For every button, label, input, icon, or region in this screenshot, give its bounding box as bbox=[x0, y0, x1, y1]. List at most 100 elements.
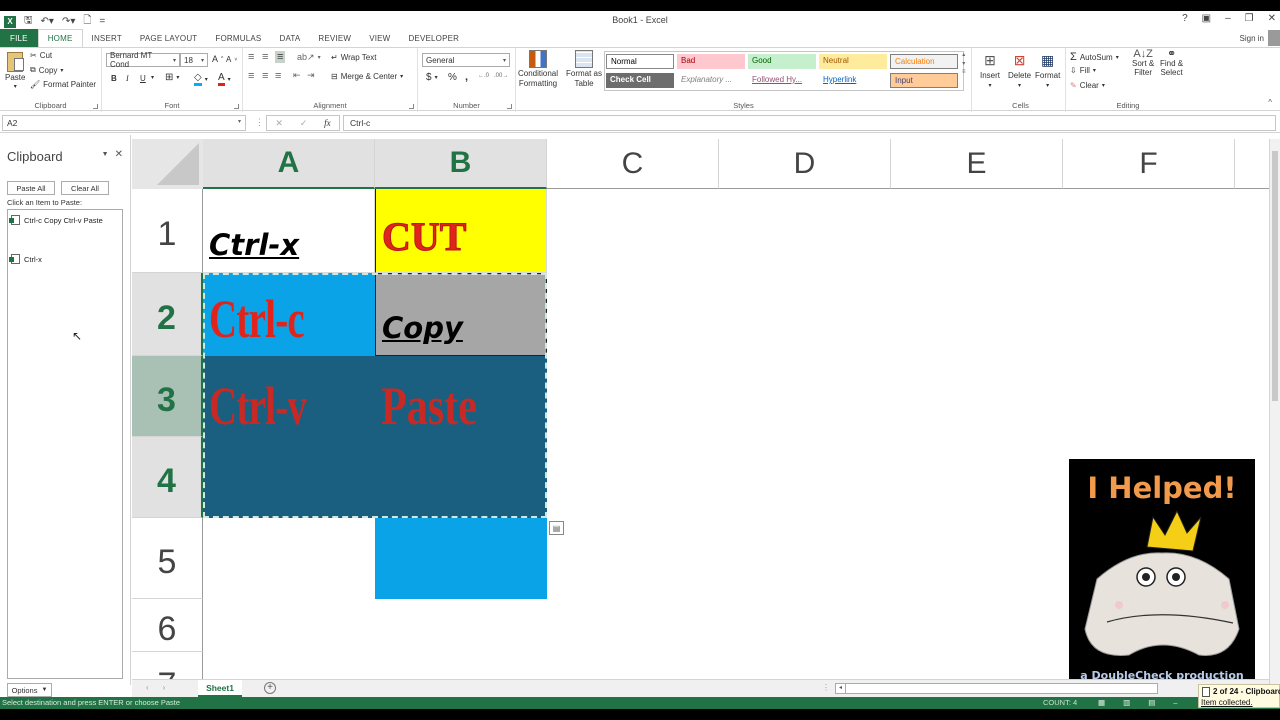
gallery-scroll[interactable]: ▴ ▾ ≡ bbox=[962, 51, 966, 75]
column-header-e[interactable]: E bbox=[891, 139, 1063, 189]
avatar[interactable] bbox=[1268, 30, 1280, 46]
cell-b5[interactable] bbox=[375, 518, 547, 599]
tab-formulas[interactable]: FORMULAS bbox=[206, 29, 270, 47]
paste-options-icon[interactable]: ▤ bbox=[549, 521, 564, 535]
cell-style-normal[interactable]: Normal bbox=[606, 54, 674, 69]
scroll-left-icon[interactable]: ◂ bbox=[836, 684, 846, 693]
sign-in-label[interactable]: Sign in bbox=[1240, 34, 1264, 43]
page-layout-view-icon[interactable]: ▥ bbox=[1123, 698, 1130, 707]
format-painter-button[interactable]: 🖌 Format Painter bbox=[30, 80, 96, 89]
autosum-button[interactable]: Σ AutoSum ▾ bbox=[1070, 51, 1119, 63]
alignment-launcher-icon[interactable] bbox=[409, 104, 414, 109]
cell-a2[interactable]: Ctrl-c bbox=[203, 273, 375, 356]
pane-menu-icon[interactable]: ▼ bbox=[102, 149, 109, 160]
cell-style-good[interactable]: Good bbox=[748, 54, 816, 69]
zoom-out-icon[interactable]: – bbox=[1173, 698, 1177, 707]
number-launcher-icon[interactable] bbox=[507, 104, 512, 109]
underline-dropdown-icon[interactable]: ▾ bbox=[151, 74, 154, 81]
format-as-table-button[interactable]: Format as Table bbox=[566, 50, 602, 88]
fill-color-icon[interactable]: ◇ ▾ bbox=[194, 72, 208, 86]
clipboard-item[interactable]: Ctrl-c Copy Ctrl-v Paste bbox=[9, 215, 103, 225]
cell-style-neutral[interactable]: Neutral bbox=[819, 54, 887, 69]
sheet-tab[interactable]: Sheet1 bbox=[198, 680, 242, 697]
borders-icon[interactable]: ⊞ ▾ bbox=[165, 72, 179, 83]
vertical-scroll-thumb[interactable] bbox=[1272, 151, 1278, 401]
orientation-icon[interactable]: ab↗ ▾ bbox=[297, 52, 321, 63]
format-cells-button[interactable]: ▦ Format ▾ bbox=[1035, 52, 1060, 89]
close-icon[interactable]: ✕ bbox=[1268, 13, 1276, 24]
add-sheet-icon[interactable]: + bbox=[264, 682, 276, 694]
number-format-select[interactable]: General ▾ bbox=[422, 53, 510, 67]
delete-cells-button[interactable]: ⊠ Delete ▾ bbox=[1008, 52, 1031, 89]
normal-view-icon[interactable]: ▦ bbox=[1098, 698, 1105, 707]
bold-button[interactable]: B bbox=[111, 74, 117, 83]
merge-dropdown-icon[interactable]: ▾ bbox=[400, 73, 403, 80]
row-header-5[interactable]: 5 bbox=[132, 518, 203, 599]
vertical-scrollbar[interactable] bbox=[1269, 139, 1280, 689]
increase-indent-icon[interactable]: ⇥ bbox=[307, 70, 315, 81]
copy-button[interactable]: ⧉ Copy ▾ bbox=[30, 65, 63, 75]
currency-button[interactable]: $ ▾ bbox=[426, 72, 438, 83]
column-header-g[interactable] bbox=[1235, 139, 1269, 189]
horizontal-scrollbar[interactable]: ◂ bbox=[835, 683, 1158, 694]
top-align-icon[interactable]: ≡ bbox=[248, 51, 254, 63]
paste-dropdown-icon[interactable]: ▾ bbox=[14, 83, 17, 90]
close-pane-icon[interactable]: ✕ bbox=[115, 149, 123, 160]
next-sheet-icon[interactable]: › bbox=[163, 683, 166, 692]
cell-b3[interactable]: Paste bbox=[375, 356, 547, 437]
font-name-select[interactable]: Bernard MT Cond ▾ bbox=[106, 51, 180, 69]
font-color-icon[interactable]: A ▾ bbox=[218, 72, 231, 86]
copy-dropdown-icon[interactable]: ▾ bbox=[60, 67, 63, 74]
column-header-c[interactable]: C bbox=[547, 139, 719, 189]
row-header-6[interactable]: 6 bbox=[132, 599, 203, 652]
decrease-decimal-icon[interactable]: .00→ bbox=[494, 73, 508, 79]
font-size-select[interactable]: 18 ▾ bbox=[180, 53, 208, 67]
cell-style-check-cell[interactable]: Check Cell bbox=[606, 73, 674, 88]
shrink-font-button[interactable]: A ˅ bbox=[226, 55, 237, 64]
clipboard-launcher-icon[interactable] bbox=[93, 104, 98, 109]
tab-home[interactable]: HOME bbox=[37, 29, 83, 47]
comma-button[interactable]: , bbox=[465, 71, 468, 83]
tab-insert[interactable]: INSERT bbox=[83, 29, 131, 47]
cancel-icon[interactable]: ✕ bbox=[275, 118, 283, 129]
chevron-down-icon[interactable]: ▾ bbox=[238, 118, 241, 128]
resize-handle-icon[interactable]: ⋮ bbox=[255, 117, 264, 128]
merge-center-button[interactable]: ⊟ Merge & Center ▾ bbox=[331, 72, 403, 81]
cell-a1[interactable]: Ctrl-x bbox=[203, 189, 375, 273]
clear-all-button[interactable]: Clear All bbox=[61, 181, 109, 195]
align-center-icon[interactable]: ≡ bbox=[262, 70, 268, 82]
clipboard-item[interactable]: Ctrl-x bbox=[9, 254, 42, 264]
paste-button[interactable]: Paste ▾ bbox=[5, 52, 25, 90]
gallery-down-icon[interactable]: ▾ bbox=[962, 60, 965, 67]
cell-b1[interactable]: CUT bbox=[375, 189, 547, 273]
increase-decimal-icon[interactable]: ←.0 bbox=[478, 73, 489, 79]
column-header-a[interactable]: A bbox=[203, 139, 375, 189]
cell-style-followed-hy[interactable]: Followed Hy... bbox=[748, 73, 816, 88]
collapse-ribbon-icon[interactable]: ^ bbox=[1268, 98, 1272, 107]
fill-button[interactable]: ⇩ Fill ▾ bbox=[1070, 66, 1096, 75]
help-icon[interactable]: ? bbox=[1182, 13, 1188, 24]
tab-data[interactable]: DATA bbox=[270, 29, 309, 47]
underline-button[interactable]: U bbox=[140, 74, 146, 83]
select-all-corner[interactable] bbox=[132, 139, 203, 189]
cell-style-bad[interactable]: Bad bbox=[677, 54, 745, 69]
wrap-text-button[interactable]: ↵ Wrap Text bbox=[331, 53, 376, 62]
gallery-more-icon[interactable]: ≡ bbox=[962, 69, 966, 75]
insert-function-icon[interactable]: fx bbox=[324, 118, 331, 128]
page-break-view-icon[interactable]: ▤ bbox=[1148, 698, 1155, 707]
minimize-icon[interactable]: – bbox=[1225, 13, 1231, 24]
decrease-indent-icon[interactable]: ⇤ bbox=[293, 70, 301, 81]
clipboard-toast[interactable]: 2 of 24 - Clipboard Item collected. bbox=[1198, 684, 1280, 708]
bottom-align-icon[interactable]: ≡ bbox=[275, 51, 286, 63]
column-header-b[interactable]: B bbox=[375, 139, 547, 189]
grow-font-button[interactable]: A ^ bbox=[212, 54, 223, 64]
sign-in[interactable]: Sign in bbox=[1240, 29, 1280, 47]
name-box[interactable]: A2 ▾ bbox=[2, 115, 246, 131]
sort-filter-button[interactable]: A↓Z Sort & Filter bbox=[1132, 49, 1154, 78]
conditional-formatting-button[interactable]: Conditional Formatting bbox=[518, 50, 558, 88]
cell-style-input[interactable]: Input bbox=[890, 73, 958, 88]
tab-developer[interactable]: DEVELOPER bbox=[399, 29, 468, 47]
column-header-f[interactable]: F bbox=[1063, 139, 1235, 189]
cell-a3[interactable]: Ctrl-v bbox=[203, 356, 375, 437]
cell-b2[interactable]: Copy bbox=[375, 273, 547, 356]
